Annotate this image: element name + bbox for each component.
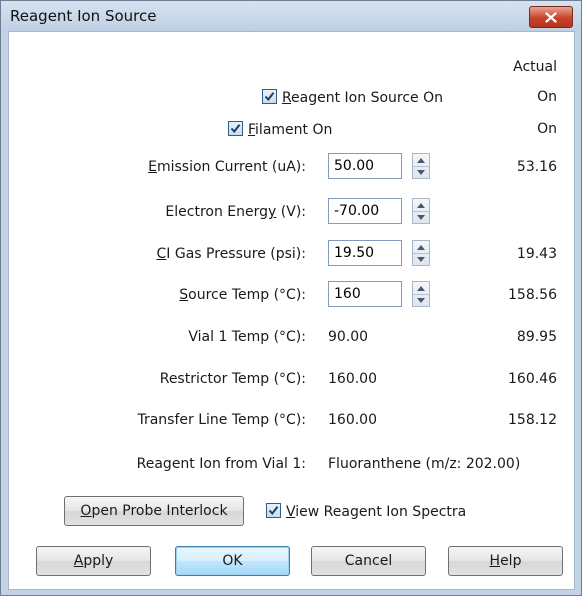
view-reagent-ion-spectra-checkbox[interactable]: View Reagent Ion Spectra [266, 503, 466, 520]
filament-on-checkbox[interactable]: Filament On [228, 121, 332, 138]
arrow-down-icon [417, 297, 425, 303]
transfer-line-temp-label: Transfer Line Temp (°C): [137, 412, 306, 428]
electron-energy-input[interactable] [328, 198, 402, 224]
spin-down-button[interactable] [413, 253, 429, 265]
checkbox-box[interactable] [261, 89, 277, 104]
spin-down-button[interactable] [413, 211, 429, 223]
arrow-down-icon [417, 169, 425, 175]
filament-actual: On [537, 121, 557, 137]
restrictor-temp-actual: 160.46 [508, 371, 557, 387]
reagent-ion-source-on-checkbox[interactable]: Reagent Ion Source On [261, 89, 443, 106]
help-button[interactable]: Help [448, 546, 563, 576]
source-temp-label: Source Temp (°C): [179, 287, 306, 303]
ok-button[interactable]: OK [175, 546, 290, 576]
ci-gas-pressure-actual: 19.43 [516, 246, 557, 262]
title-bar[interactable]: Reagent Ion Source [1, 1, 581, 31]
source-temp-input[interactable] [328, 281, 402, 307]
spin-down-button[interactable] [413, 294, 429, 306]
checkmark-icon [230, 124, 241, 134]
checkmark-icon [268, 506, 279, 516]
restrictor-temp-setpoint: 160.00 [328, 371, 377, 387]
checkbox-box[interactable] [266, 503, 281, 518]
ci-gas-pressure-label: CI Gas Pressure (psi): [156, 246, 306, 262]
reagent-ion-source-actual: On [537, 89, 557, 105]
reagent-ion-value: Fluoranthene (m/z: 202.00) [328, 456, 521, 472]
emission-current-spinner[interactable] [412, 153, 430, 179]
dialog-window: Reagent Ion Source Actual Reagent Ion So… [0, 0, 582, 596]
arrow-up-icon [417, 157, 425, 163]
checkbox-box[interactable] [228, 121, 243, 136]
reagent-ion-label: Reagent Ion from Vial 1: [136, 456, 306, 472]
close-button[interactable] [529, 6, 573, 28]
arrow-up-icon [417, 202, 425, 208]
apply-button[interactable]: Apply [36, 546, 151, 576]
source-temp-actual: 158.56 [508, 287, 557, 303]
source-temp-spinner[interactable] [412, 281, 430, 307]
restrictor-temp-label: Restrictor Temp (°C): [159, 371, 306, 387]
arrow-up-icon [417, 244, 425, 250]
arrow-down-icon [417, 256, 425, 262]
open-probe-interlock-button[interactable]: Open Probe Interlock [64, 496, 244, 526]
ci-gas-pressure-spinner[interactable] [412, 240, 430, 266]
window-title: Reagent Ion Source [10, 7, 157, 25]
actual-column-header: Actual [513, 59, 557, 75]
checkmark-icon [264, 92, 275, 102]
ci-gas-pressure-input[interactable] [328, 240, 402, 266]
close-icon [545, 11, 557, 23]
vial1-temp-actual: 89.95 [516, 329, 557, 345]
spin-down-button[interactable] [413, 166, 429, 178]
vial1-temp-label: Vial 1 Temp (°C): [188, 329, 306, 345]
transfer-line-temp-actual: 158.12 [508, 412, 557, 428]
dialog-body: Actual Reagent Ion Source On On Filament… [8, 31, 575, 590]
emission-current-actual: 53.16 [516, 159, 557, 175]
electron-energy-spinner[interactable] [412, 198, 430, 224]
vial1-temp-setpoint: 90.00 [328, 329, 369, 345]
cancel-button[interactable]: Cancel [311, 546, 426, 576]
electron-energy-label: Electron Energy (V): [165, 204, 306, 220]
arrow-down-icon [417, 214, 425, 220]
emission-current-label: Emission Current (uA): [148, 159, 306, 175]
emission-current-input[interactable] [328, 153, 402, 179]
arrow-up-icon [417, 285, 425, 291]
transfer-line-temp-setpoint: 160.00 [328, 412, 377, 428]
